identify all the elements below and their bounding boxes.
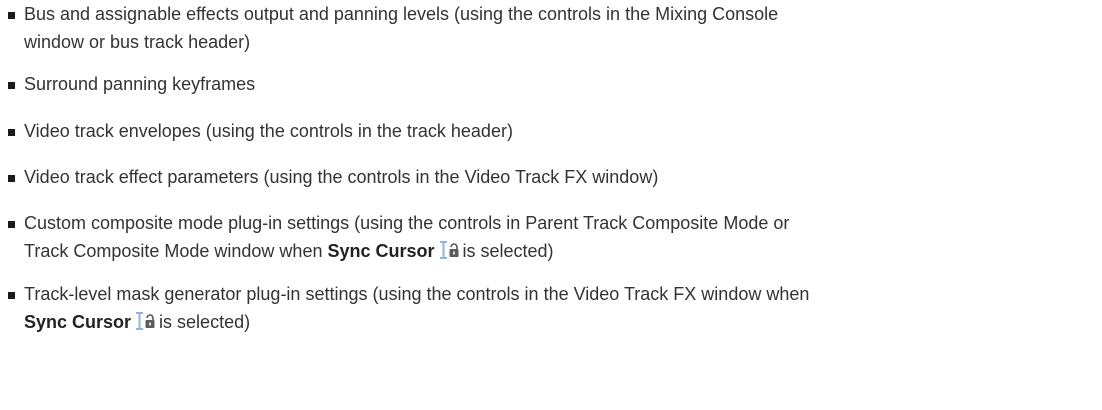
list-item-text-segment: is selected)	[159, 312, 251, 332]
bullet-icon	[8, 292, 15, 299]
sync-cursor-lock-icon	[133, 311, 157, 331]
sync-cursor-lock-icon	[437, 240, 461, 260]
list-item-line: Bus and assignable effects output and pa…	[24, 4, 779, 24]
bullet-icon	[8, 12, 15, 19]
sync-cursor-label: Sync Cursor	[327, 241, 435, 261]
list-item-text: Custom composite mode plug-in settings (…	[24, 209, 1090, 265]
list-item-line: Track Composite Mode window when Sync Cu…	[24, 237, 1090, 265]
list-item-text: Surround panning keyframes	[24, 70, 1090, 98]
bullet-icon	[8, 221, 15, 228]
list-item-line: Video track envelopes (using the control…	[24, 121, 513, 141]
sync-cursor-label: Sync Cursor	[24, 312, 132, 332]
list-item-line: Track-level mask generator plug-in setti…	[24, 284, 810, 304]
list-item-line: Video track effect parameters (using the…	[24, 167, 659, 187]
list-item-line: Custom composite mode plug-in settings (…	[24, 213, 790, 233]
list-item-text: Video track effect parameters (using the…	[24, 163, 1090, 191]
bullet-icon	[8, 175, 15, 182]
list-item-text-segment: Track Composite Mode window when	[24, 241, 328, 261]
list-item-line: window or bus track header)	[24, 32, 251, 52]
bullet-icon	[8, 82, 15, 89]
list-item-line: Sync Cursor is selected)	[24, 308, 1090, 336]
list-item-text-segment: is selected)	[462, 241, 554, 261]
list-item-text: Track-level mask generator plug-in setti…	[24, 280, 1090, 336]
bullet-icon	[8, 129, 15, 136]
list-item-text: Bus and assignable effects output and pa…	[24, 0, 1090, 56]
list-item-text: Video track envelopes (using the control…	[24, 117, 1090, 145]
list-item-line: Surround panning keyframes	[24, 74, 256, 94]
